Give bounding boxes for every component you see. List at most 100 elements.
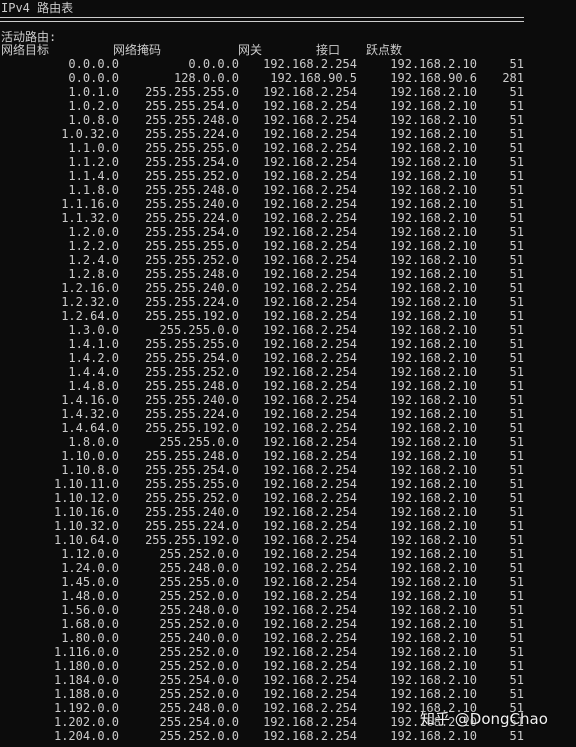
route-interface: 192.168.2.10: [390, 197, 477, 211]
route-metric: 51: [509, 351, 524, 365]
route-metric: 51: [509, 673, 524, 687]
route-row: 1.2.8.0 255.255.248.0 192.168.2.254 192.168…: [0, 267, 576, 281]
route-interface: 192.168.2.10: [390, 379, 477, 393]
route-netmask: 255.240.0.0: [159, 631, 239, 645]
route-row: 1.4.2.0 255.255.254.0 192.168.2.254 192.168…: [0, 351, 576, 365]
route-metric: 51: [509, 85, 524, 99]
route-interface: 192.168.2.10: [390, 519, 477, 533]
header-interface: 接口: [316, 43, 341, 57]
divider-line: [0, 21, 524, 22]
route-destination: 1.10.16.0: [53, 505, 119, 519]
route-gateway: 192.168.2.254: [263, 267, 357, 281]
route-gateway: 192.168.2.254: [263, 673, 357, 687]
route-metric: 51: [509, 589, 524, 603]
route-row: 1.116.0.0 255.252.0.0 192.168.2.254 192.168…: [0, 645, 576, 659]
route-netmask: 255.255.252.0: [145, 365, 239, 379]
route-interface: 192.168.2.10: [390, 113, 477, 127]
route-interface: 192.168.2.10: [390, 533, 477, 547]
route-metric: 51: [509, 197, 524, 211]
route-row: 1.10.64.0 255.255.192.0 192.168.2.254 192.1…: [0, 533, 576, 547]
route-row: 0.0.0.0 128.0.0.0 192.168.90.5 192.168.90.6…: [0, 71, 576, 85]
route-gateway: 192.168.2.254: [263, 127, 357, 141]
route-destination: 1.204.0.0: [53, 729, 119, 743]
route-netmask: 255.255.248.0: [145, 449, 239, 463]
route-row: 1.184.0.0 255.254.0.0 192.168.2.254 192.168…: [0, 673, 576, 687]
route-row: 0.0.0.0 0.0.0.0 192.168.2.254 192.168.2.10 5…: [0, 57, 576, 71]
route-gateway: 192.168.2.254: [263, 183, 357, 197]
route-interface: 192.168.2.10: [390, 183, 477, 197]
route-interface: 192.168.2.10: [390, 645, 477, 659]
route-interface: 192.168.2.10: [390, 393, 477, 407]
route-interface: 192.168.2.10: [390, 141, 477, 155]
route-destination: 1.0.1.0: [68, 85, 119, 99]
route-destination: 1.2.64.0: [61, 309, 119, 323]
route-destination: 0.0.0.0: [68, 71, 119, 85]
route-metric: 51: [509, 477, 524, 491]
route-gateway: 192.168.2.254: [263, 85, 357, 99]
route-destination: 1.4.32.0: [61, 407, 119, 421]
route-gateway: 192.168.2.254: [263, 57, 357, 71]
route-interface: 192.168.2.10: [390, 435, 477, 449]
route-netmask: 255.255.254.0: [145, 351, 239, 365]
route-interface: 192.168.2.10: [390, 407, 477, 421]
route-row: 1.4.8.0 255.255.248.0 192.168.2.254 192.168…: [0, 379, 576, 393]
route-interface: 192.168.2.10: [390, 85, 477, 99]
route-netmask: 255.255.254.0: [145, 225, 239, 239]
route-destination: 1.180.0.0: [53, 659, 119, 673]
route-metric: 51: [509, 533, 524, 547]
route-destination: 1.2.4.0: [68, 253, 119, 267]
console-window[interactable]: IPv4 路由表 活动路由: 网络目标 网络掩码 网关 接口 跃点数 0.0.0…: [0, 0, 576, 747]
route-metric: 51: [509, 379, 524, 393]
route-metric: 51: [509, 505, 524, 519]
route-destination: 1.12.0.0: [61, 547, 119, 561]
route-destination: 1.4.1.0: [68, 337, 119, 351]
route-interface: 192.168.2.10: [390, 603, 477, 617]
route-metric: 51: [509, 603, 524, 617]
route-netmask: 255.255.0.0: [159, 323, 239, 337]
route-row: 1.4.1.0 255.255.255.0 192.168.2.254 192.168…: [0, 337, 576, 351]
route-netmask: 255.255.255.0: [145, 141, 239, 155]
route-destination: 1.4.64.0: [61, 421, 119, 435]
route-destination: 1.184.0.0: [53, 673, 119, 687]
route-interface: 192.168.2.10: [390, 659, 477, 673]
route-netmask: 255.255.255.0: [145, 239, 239, 253]
route-gateway: 192.168.2.254: [263, 113, 357, 127]
route-gateway: 192.168.2.254: [263, 211, 357, 225]
route-metric: 51: [509, 519, 524, 533]
column-headers: 网络目标 网络掩码 网关 接口 跃点数: [0, 43, 576, 57]
route-gateway: 192.168.2.254: [263, 99, 357, 113]
route-row: 1.0.8.0 255.255.248.0 192.168.2.254 192.168…: [0, 113, 576, 127]
route-gateway: 192.168.2.254: [263, 631, 357, 645]
route-netmask: 255.255.252.0: [145, 491, 239, 505]
route-interface: 192.168.2.10: [390, 547, 477, 561]
route-gateway: 192.168.2.254: [263, 463, 357, 477]
route-interface: 192.168.2.10: [390, 631, 477, 645]
route-destination: 1.10.12.0: [53, 491, 119, 505]
route-gateway: 192.168.2.254: [263, 323, 357, 337]
route-netmask: 255.255.240.0: [145, 505, 239, 519]
route-gateway: 192.168.2.254: [263, 589, 357, 603]
route-metric: 51: [509, 169, 524, 183]
route-destination: 1.10.32.0: [53, 519, 119, 533]
route-interface: 192.168.2.10: [390, 253, 477, 267]
route-interface: 192.168.2.10: [390, 267, 477, 281]
route-destination: 1.2.16.0: [61, 281, 119, 295]
route-destination: 1.3.0.0: [68, 323, 119, 337]
route-netmask: 255.248.0.0: [159, 701, 239, 715]
route-metric: 51: [509, 127, 524, 141]
route-destination: 1.1.2.0: [68, 155, 119, 169]
route-netmask: 255.255.192.0: [145, 533, 239, 547]
route-destination: 1.0.2.0: [68, 99, 119, 113]
route-netmask: 255.255.248.0: [145, 267, 239, 281]
route-gateway: 192.168.2.254: [263, 519, 357, 533]
route-metric: 51: [509, 155, 524, 169]
route-interface: 192.168.2.10: [390, 561, 477, 575]
route-row: 1.0.2.0 255.255.254.0 192.168.2.254 192.168…: [0, 99, 576, 113]
route-metric: 51: [509, 323, 524, 337]
route-interface: 192.168.2.10: [390, 449, 477, 463]
route-row: 1.10.11.0 255.255.255.0 192.168.2.254 192.1…: [0, 477, 576, 491]
route-metric: 281: [502, 71, 524, 85]
route-row: 1.2.0.0 255.255.254.0 192.168.2.254 192.168…: [0, 225, 576, 239]
route-destination: 1.45.0.0: [61, 575, 119, 589]
route-destination: 1.188.0.0: [53, 687, 119, 701]
